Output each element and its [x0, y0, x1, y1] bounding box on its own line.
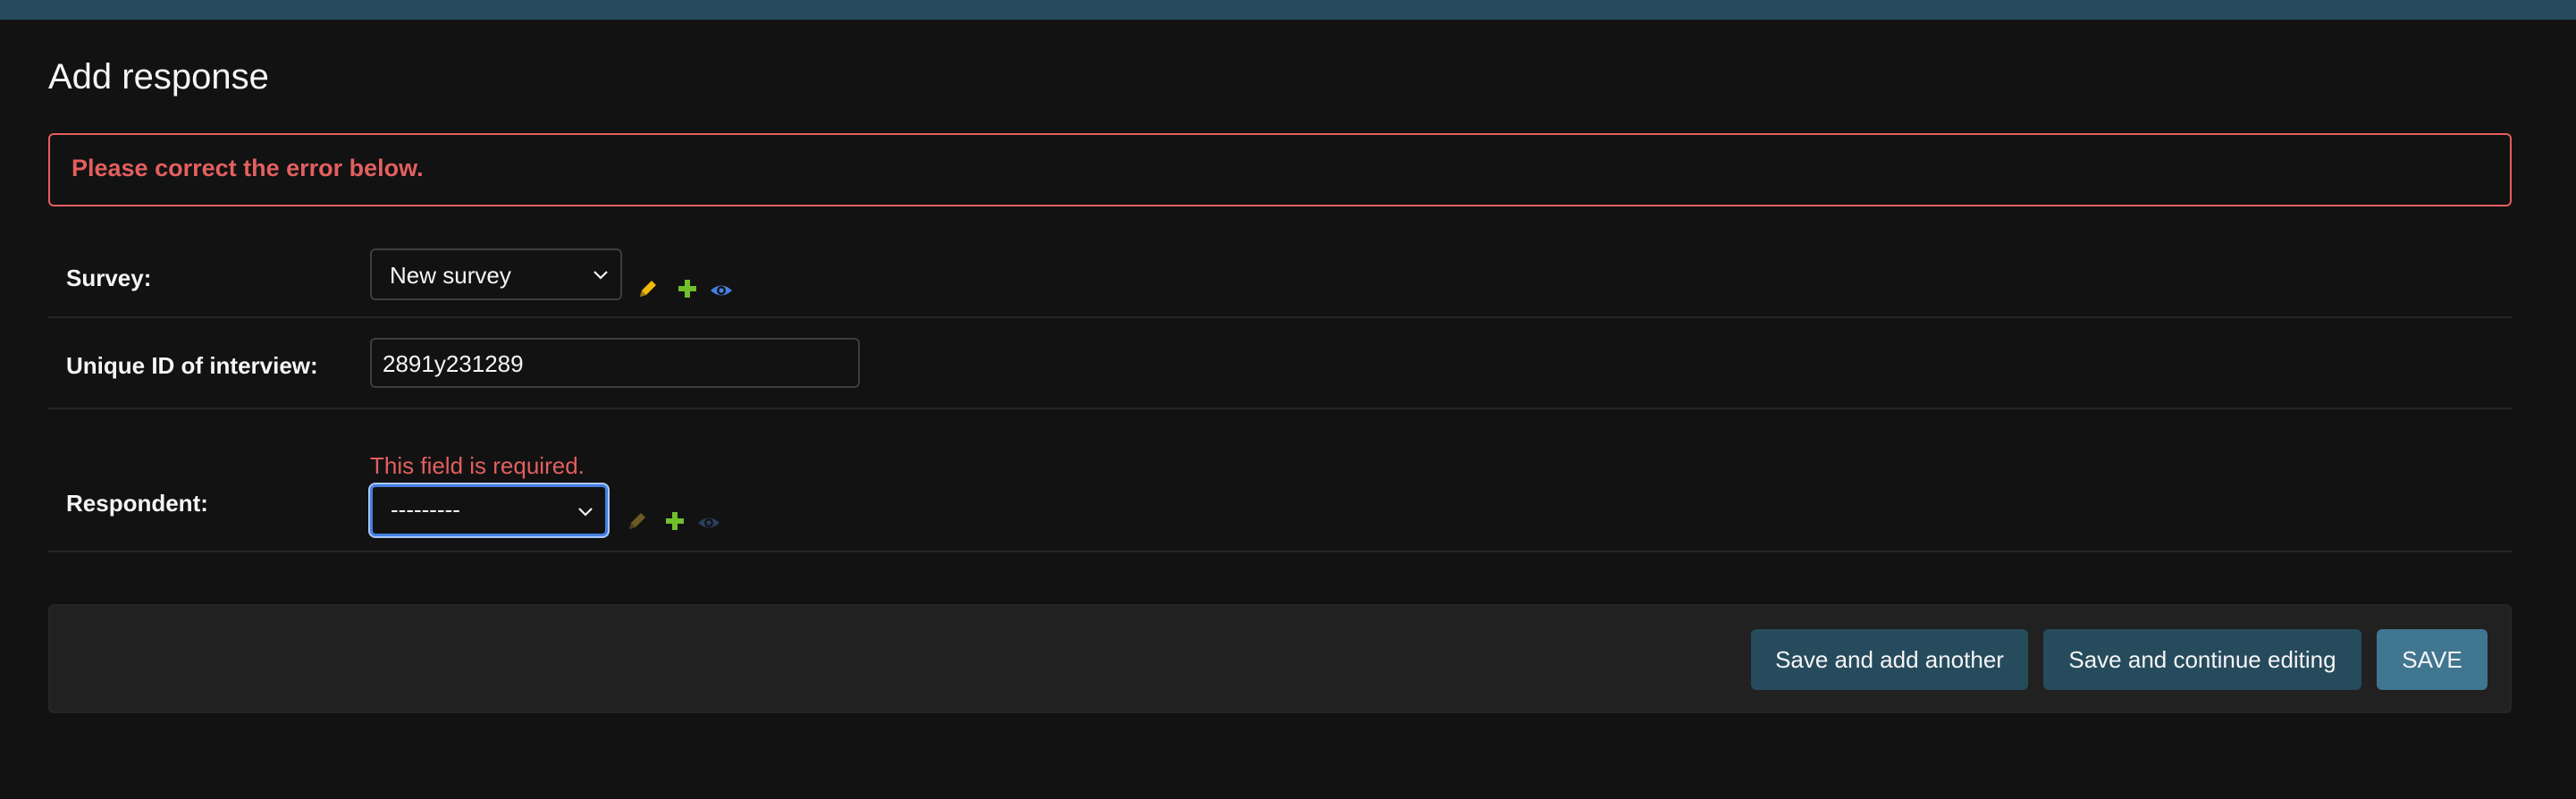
survey-select[interactable]: New survey [370, 248, 622, 300]
form-row-respondent: This field is required. Respondent: ----… [48, 409, 2512, 552]
error-note: Please correct the error below. [48, 133, 2512, 206]
save-and-continue-button[interactable]: Save and continue editing [2043, 629, 2361, 690]
pencil-icon [629, 513, 645, 529]
header-bar [0, 0, 2576, 20]
interview-id-label: Unique ID of interview: [66, 352, 318, 379]
page-title: Add response [48, 57, 269, 97]
interview-id-value: 2891y231289 [383, 350, 524, 377]
submit-row: Save and add another Save and continue e… [48, 604, 2512, 713]
survey-label: Survey: [66, 265, 152, 291]
chevron-down-icon [593, 271, 608, 280]
respondent-select-value: --------- [391, 496, 460, 523]
plus-icon[interactable] [676, 277, 699, 300]
chevron-down-icon [578, 508, 593, 517]
plus-icon[interactable] [663, 509, 686, 533]
respondent-select[interactable]: --------- [370, 484, 608, 536]
save-and-add-another-button[interactable]: Save and add another [1751, 629, 2028, 690]
eye-icon[interactable] [710, 279, 733, 302]
survey-select-value: New survey [390, 262, 511, 289]
form-row-survey: Survey: New survey [48, 236, 2512, 318]
respondent-error: This field is required. [370, 452, 585, 479]
save-button[interactable]: SAVE [2377, 629, 2488, 690]
eye-icon [698, 517, 720, 528]
form-row-interview-id: Unique ID of interview: 2891y231289 [48, 318, 2512, 409]
interview-id-input[interactable]: 2891y231289 [370, 338, 860, 388]
pencil-icon[interactable] [636, 277, 660, 300]
respondent-label: Respondent: [66, 490, 208, 517]
error-note-text: Please correct the error below. [72, 155, 424, 181]
